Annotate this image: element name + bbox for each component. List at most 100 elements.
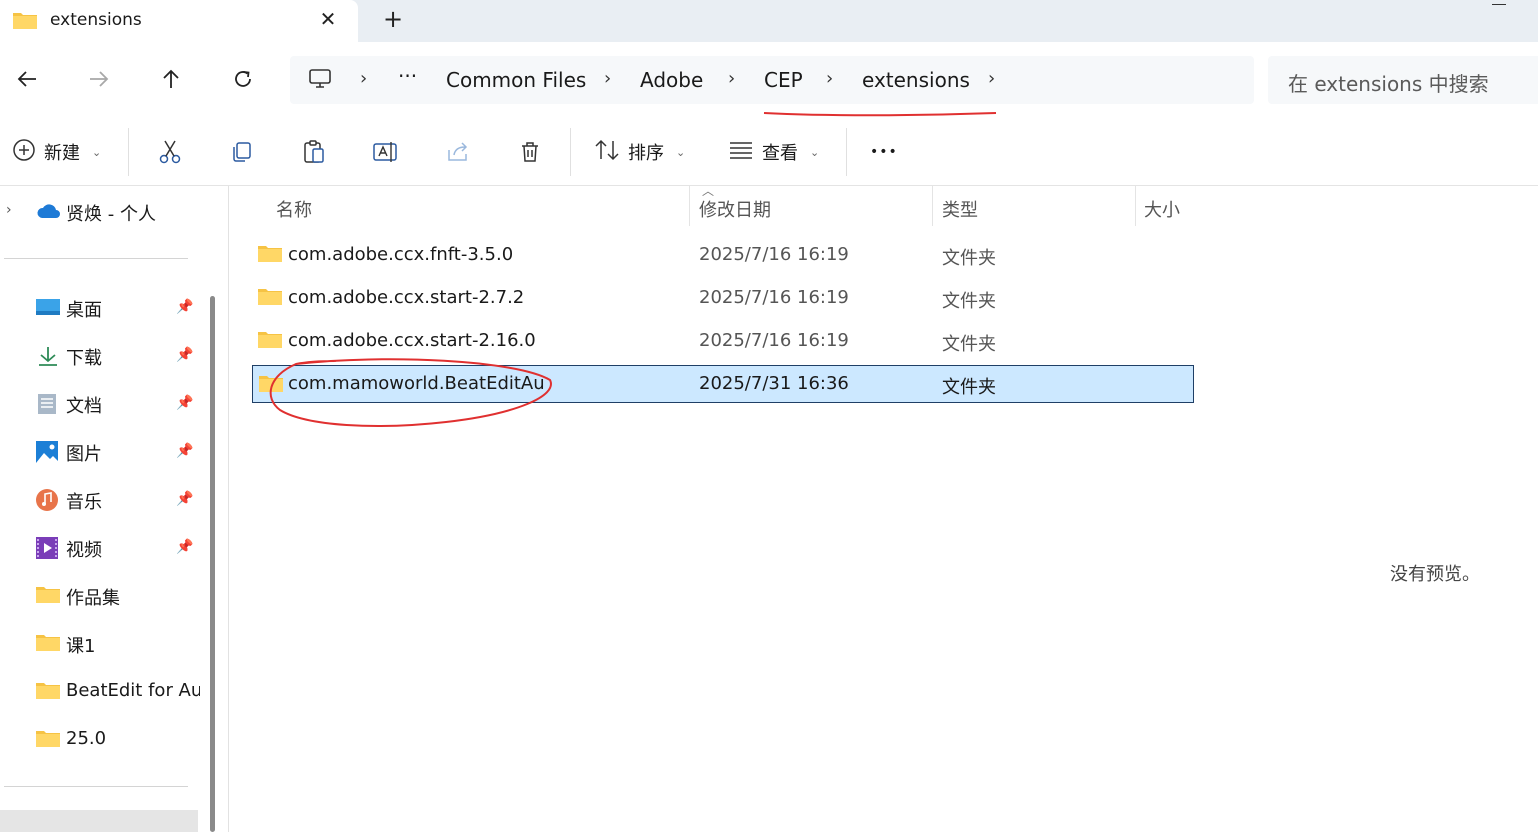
pin-icon[interactable]: 📌 [176, 443, 193, 459]
delete-icon[interactable] [518, 136, 542, 168]
pane-divider[interactable] [228, 186, 229, 832]
sidebar-item-label: 课1 [66, 636, 96, 657]
column-header-size[interactable]: 大小 [1144, 196, 1180, 222]
file-row[interactable]: com.adobe.ccx.start-2.16.0 2025/7/16 16:… [252, 322, 1194, 360]
view-button[interactable]: 查看 ⌄ [728, 136, 819, 168]
sidebar-item-label: 贤焕 - 个人 [66, 204, 156, 225]
sidebar-item-music[interactable]: 音乐 📌 [0, 478, 200, 522]
refresh-icon[interactable] [228, 64, 258, 94]
pin-icon[interactable]: 📌 [176, 491, 193, 507]
folder-icon [258, 330, 282, 352]
breadcrumb-cep[interactable]: CEP [764, 68, 803, 92]
pin-icon[interactable]: 📌 [176, 347, 193, 363]
sidebar-scrollbar[interactable] [210, 296, 215, 832]
file-date: 2025/7/16 16:19 [699, 287, 849, 308]
onedrive-cloud-icon [36, 201, 60, 223]
red-annotation-underline [763, 112, 997, 117]
sidebar-item-portfolio[interactable]: 作品集 [0, 574, 200, 618]
sort-icon [594, 138, 620, 167]
sidebar-item-label: 作品集 [66, 588, 120, 609]
column-divider[interactable] [689, 186, 690, 226]
sort-label: 排序 [628, 143, 664, 164]
file-type: 文件夹 [942, 291, 996, 312]
folder-icon [36, 633, 60, 655]
new-tab-button[interactable]: + [380, 5, 406, 33]
file-name: com.adobe.ccx.start-2.7.2 [288, 287, 525, 308]
breadcrumb-separator[interactable]: › [826, 68, 833, 89]
new-button[interactable]: 新建 ⌄ [12, 136, 101, 168]
file-type: 文件夹 [942, 334, 996, 355]
toolbar-divider [128, 128, 129, 176]
search-input[interactable]: 在 extensions 中搜索 [1268, 56, 1538, 104]
column-divider[interactable] [1135, 186, 1136, 226]
toolbar-divider [570, 128, 571, 176]
chevron-down-icon: ⌄ [92, 145, 102, 159]
column-header-name[interactable]: 名称 [276, 196, 312, 222]
pin-icon[interactable]: 📌 [176, 395, 193, 411]
tab-bar: extensions ✕ + [0, 0, 1538, 42]
breadcrumb-overflow[interactable]: ··· [398, 64, 417, 88]
file-type: 文件夹 [942, 248, 996, 269]
sidebar-item-25[interactable]: 25.0 [0, 718, 200, 762]
up-icon[interactable] [156, 64, 186, 94]
close-tab-icon[interactable]: ✕ [316, 7, 340, 31]
tab-title: extensions [50, 10, 142, 30]
chevron-down-icon: ⌄ [810, 145, 820, 159]
file-row[interactable]: com.adobe.ccx.start-2.7.2 2025/7/16 16:1… [252, 279, 1194, 317]
sidebar-item-downloads[interactable]: 下载 📌 [0, 334, 200, 378]
share-icon[interactable] [446, 136, 472, 168]
copy-icon[interactable] [230, 136, 254, 168]
pictures-icon [36, 441, 60, 463]
red-annotation-circle [269, 358, 552, 427]
breadcrumb-separator[interactable]: › [604, 68, 611, 89]
sidebar-item-pictures[interactable]: 图片 📌 [0, 430, 200, 474]
navigation-bar: › ··· Common Files › Adobe › CEP › exten… [0, 42, 1538, 118]
search-placeholder: 在 extensions 中搜索 [1288, 72, 1489, 96]
minimize-button[interactable] [1492, 4, 1506, 5]
sidebar-item-onedrive[interactable]: › 贤焕 - 个人 [0, 190, 200, 234]
sidebar-item-this-pc[interactable] [0, 810, 198, 832]
sidebar-item-documents[interactable]: 文档 📌 [0, 382, 200, 426]
pin-icon[interactable]: 📌 [176, 299, 193, 315]
breadcrumb-separator[interactable]: › [360, 68, 367, 89]
file-row[interactable]: com.adobe.ccx.fnft-3.5.0 2025/7/16 16:19… [252, 236, 1194, 274]
sidebar-item-lesson1[interactable]: 课1 [0, 622, 200, 666]
column-header-date[interactable]: 修改日期 [699, 196, 771, 222]
command-bar: 新建 ⌄ 排序 ⌄ 查看 ⌄ ••• [0, 118, 1538, 186]
sidebar-item-beatedit[interactable]: BeatEdit for Audition [0, 670, 200, 714]
folder-icon [36, 681, 60, 703]
preview-pane: 没有预览。 [1196, 186, 1538, 832]
cut-icon[interactable] [158, 136, 182, 168]
address-bar[interactable]: › ··· Common Files › Adobe › CEP › exten… [290, 56, 1254, 104]
sidebar-item-desktop[interactable]: 桌面 📌 [0, 286, 200, 330]
desktop-icon [36, 297, 60, 319]
more-options-icon[interactable]: ••• [870, 136, 898, 168]
breadcrumb-adobe[interactable]: Adobe [640, 68, 703, 92]
view-list-icon [728, 139, 754, 166]
breadcrumb-extensions[interactable]: extensions [862, 68, 970, 92]
music-icon [36, 489, 60, 511]
pin-icon[interactable]: 📌 [176, 539, 193, 555]
rename-icon[interactable] [372, 136, 400, 168]
column-divider[interactable] [932, 186, 933, 226]
forward-icon[interactable] [84, 64, 114, 94]
file-date: 2025/7/31 16:36 [699, 373, 849, 394]
breadcrumb-common-files[interactable]: Common Files [446, 68, 586, 92]
document-icon [36, 393, 60, 415]
computer-icon[interactable] [308, 68, 332, 94]
folder-icon [36, 729, 60, 751]
navigation-pane: › 贤焕 - 个人 桌面 📌 下载 📌 文档 📌 图片 📌 音乐 📌 视频 📌 … [0, 186, 218, 832]
breadcrumb-separator[interactable]: › [988, 68, 995, 89]
back-icon[interactable] [12, 64, 42, 94]
tab-extensions[interactable]: extensions ✕ [0, 0, 358, 42]
sort-button[interactable]: 排序 ⌄ [594, 136, 685, 168]
plus-circle-icon [12, 138, 36, 167]
breadcrumb-separator[interactable]: › [728, 68, 735, 89]
folder-icon [258, 244, 282, 266]
sidebar-item-videos[interactable]: 视频 📌 [0, 526, 200, 570]
paste-icon[interactable] [302, 136, 326, 168]
chevron-right-icon[interactable]: › [6, 202, 12, 218]
column-header-type[interactable]: 类型 [942, 196, 978, 222]
sidebar-item-label: BeatEdit for Audition [66, 680, 200, 701]
sidebar-divider [4, 258, 188, 259]
